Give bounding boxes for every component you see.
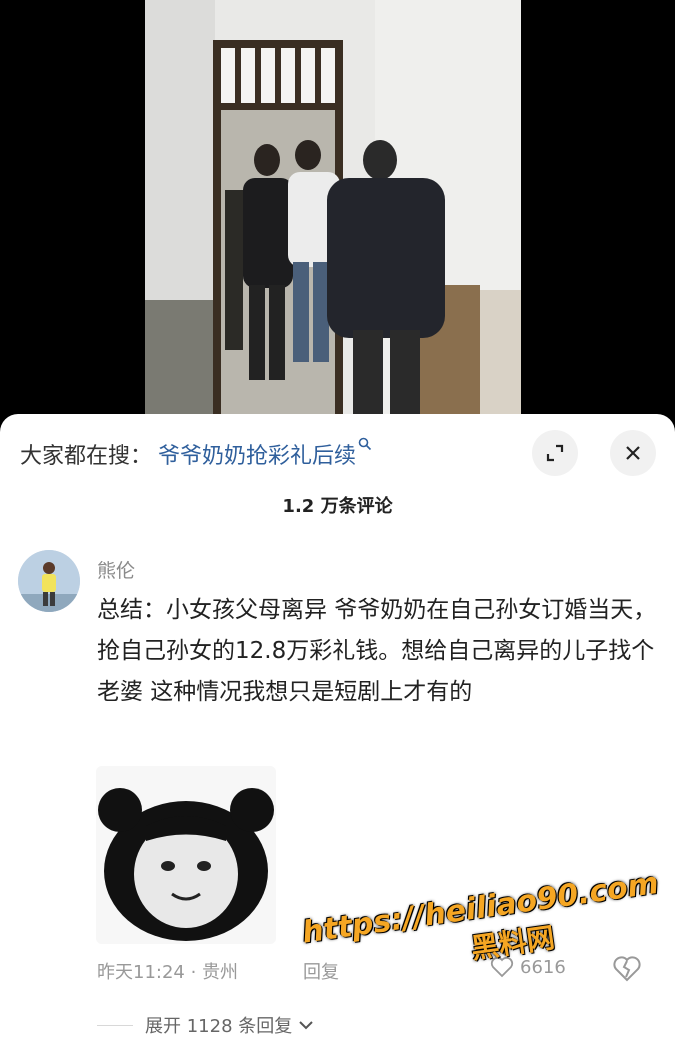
expand-replies-button[interactable]: 展开 1128 条回复 bbox=[97, 1012, 314, 1038]
comment-meta: 昨天11:24 · 贵州 bbox=[97, 958, 238, 984]
reply-button[interactable]: 回复 bbox=[303, 958, 339, 984]
broken-heart-icon bbox=[613, 956, 641, 982]
comment-sticker-image[interactable] bbox=[96, 766, 276, 944]
heart-icon bbox=[490, 956, 514, 978]
video-frame bbox=[145, 0, 521, 415]
trending-search[interactable]: 大家都在搜： 爷爷奶奶抢彩礼后续 bbox=[20, 436, 372, 472]
like-count: 6616 bbox=[520, 956, 566, 978]
expand-icon bbox=[546, 444, 564, 462]
like-button[interactable]: 6616 bbox=[490, 956, 566, 978]
comment-time: 昨天11:24 bbox=[97, 962, 185, 983]
close-icon bbox=[626, 446, 640, 460]
expand-button[interactable] bbox=[532, 430, 578, 476]
divider-line bbox=[97, 1024, 133, 1026]
avatar[interactable] bbox=[18, 550, 80, 612]
meta-separator: · bbox=[190, 962, 203, 983]
comment-text: 总结：小女孩父母离异 爷爷奶奶在自己孙女订婚当天，抢自己孙女的12.8万彩礼钱。… bbox=[97, 597, 657, 705]
expand-replies-label: 展开 1128 条回复 bbox=[145, 1016, 293, 1037]
video-player[interactable] bbox=[0, 0, 675, 415]
close-button[interactable] bbox=[610, 430, 656, 476]
dislike-button[interactable] bbox=[612, 955, 642, 987]
comment-count-title: 1.2 万条评论 bbox=[282, 496, 393, 517]
chevron-down-icon bbox=[299, 1021, 313, 1030]
trending-search-link[interactable]: 爷爷奶奶抢彩礼后续 bbox=[158, 438, 356, 470]
search-icon bbox=[358, 437, 372, 455]
video-scene bbox=[145, 0, 521, 415]
trending-search-label: 大家都在搜： bbox=[20, 444, 153, 469]
comment-location: 贵州 bbox=[202, 962, 239, 983]
comment-username[interactable]: 熊伦 bbox=[97, 556, 135, 583]
